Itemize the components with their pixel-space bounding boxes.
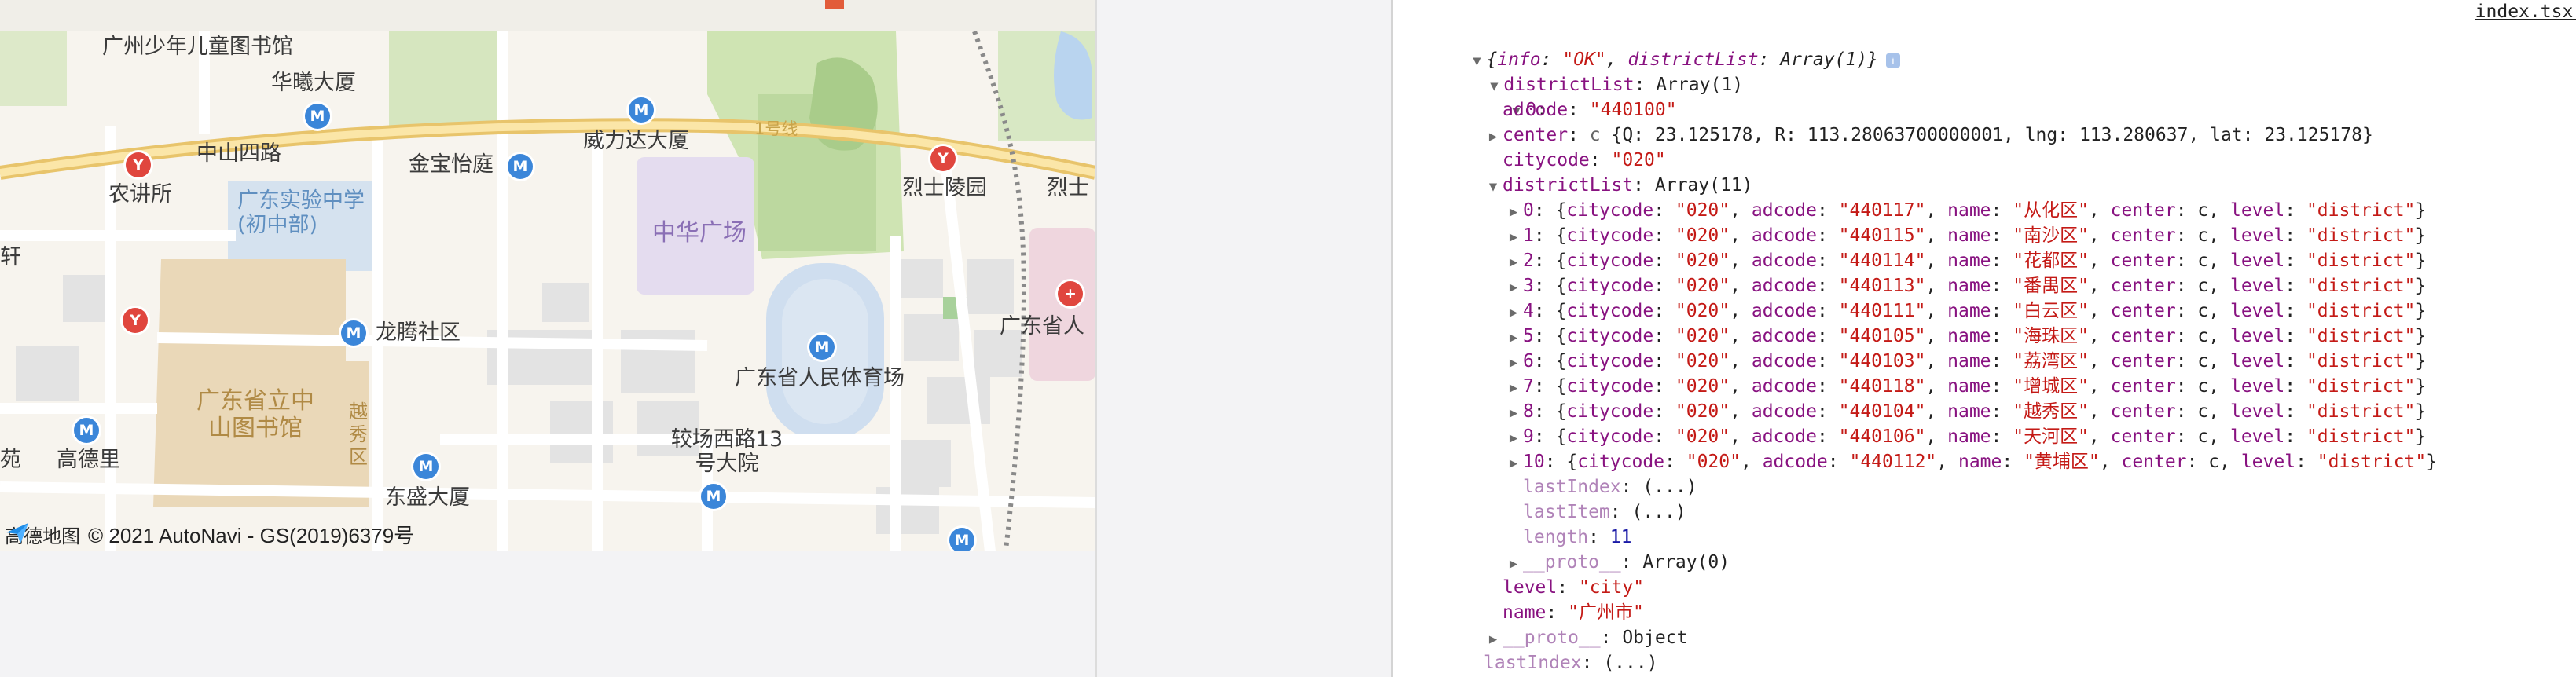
label-nongjiangsuo: 农讲所 <box>108 182 172 207</box>
prop-length: length: 11 <box>1523 527 1632 547</box>
expand-triangle-icon[interactable]: ▶ <box>1484 124 1503 149</box>
blank-pane <box>1097 0 1391 677</box>
prop-center[interactable]: ▶ center: c {Q: 23.125178, R: 113.2806370… <box>1484 123 2373 148</box>
expand-triangle-icon[interactable]: ▶ <box>1504 350 1523 375</box>
expand-triangle-icon[interactable]: ▶ <box>1504 451 1523 476</box>
label-zhonghua-square: 中华广场 <box>652 219 747 247</box>
blank-area <box>0 551 1095 677</box>
district-row[interactable]: ▶ 9: {citycode: "020", adcode: "440106", … <box>1510 424 2426 449</box>
prop-district-list[interactable]: ▼ districtList: Array(11) <box>1484 173 1753 198</box>
metro-entrance-icon[interactable]: Y <box>123 308 148 333</box>
district-row[interactable]: ▶ 6: {citycode: "020", adcode: "440103", … <box>1510 349 2426 374</box>
stadium-icon[interactable]: M <box>809 335 835 360</box>
tree-item-0[interactable]: ▼ 0: <box>1463 72 1547 120</box>
bus-stop-icon[interactable]: M <box>701 484 726 509</box>
district-row[interactable]: ▶ 1: {citycode: "020", adcode: "440115", … <box>1510 223 2426 248</box>
label-guangdong-province-cut: 广东省人 <box>1000 314 1084 338</box>
map-canvas <box>0 0 1095 551</box>
label-experimental-school: 广东实验中学(初中部) <box>237 188 365 238</box>
district-row[interactable]: ▶ 7: {citycode: "020", adcode: "440118", … <box>1510 374 2426 399</box>
map-view[interactable]: 广州少年儿童图书馆 华曦大厦 中山四路 农讲所 广东实验中学(初中部) 金宝怡庭… <box>0 0 1095 551</box>
bus-stop-icon[interactable]: M <box>305 104 330 129</box>
expand-triangle-icon[interactable]: ▶ <box>1504 401 1523 426</box>
hospital-icon[interactable]: + <box>1058 281 1083 306</box>
tree-district-list[interactable]: ▼ districtList: Array(1) <box>1441 47 1743 95</box>
map-copyright: © 2021 AutoNavi - GS(2019)6379号 <box>88 524 415 547</box>
expand-triangle-icon[interactable]: ▶ <box>1504 426 1523 451</box>
bus-stop-icon[interactable]: M <box>413 454 439 479</box>
label-lieshi-cemetery: 烈士陵园 <box>902 176 987 200</box>
prop-name: name: "广州市" <box>1503 602 1644 623</box>
amap-logo-icon <box>6 523 28 543</box>
expand-triangle-icon[interactable]: ▶ <box>1504 275 1523 300</box>
metro-station-icon[interactable]: Y <box>930 146 956 171</box>
label-huasheng-building: 华曦大厦 <box>271 71 356 95</box>
label-guangdong-library: 广东省立中山图书馆 <box>196 387 314 442</box>
district-row[interactable]: ▶ 10: {citycode: "020", adcode: "440112",… <box>1510 449 2437 474</box>
map-attribution: 高德地图 © 2021 AutoNavi - GS(2019)6379号 <box>5 520 414 549</box>
info-icon[interactable]: i <box>1885 53 1900 68</box>
prop-level: level: "city" <box>1503 577 1645 598</box>
label-yuan-cut: 苑 <box>0 448 21 472</box>
label-gaodeli: 高德里 <box>57 448 120 472</box>
expand-triangle-icon[interactable]: ▶ <box>1504 300 1523 325</box>
bus-stop-icon[interactable]: M <box>341 320 366 346</box>
district-row[interactable]: ▶ 5: {citycode: "020", adcode: "440105", … <box>1510 324 2426 349</box>
label-dongsheng-building: 东盛大厦 <box>385 485 470 510</box>
expand-triangle-icon[interactable]: ▶ <box>1504 375 1523 401</box>
district-row[interactable]: ▶ 4: {citycode: "020", adcode: "440111", … <box>1510 298 2426 324</box>
metro-station-icon[interactable]: Y <box>126 152 151 177</box>
prop-last-index[interactable]: lastIndex: (...) <box>1523 474 1697 500</box>
source-link[interactable]: index.tsx:8 <box>2475 2 2576 22</box>
label-longteng-community: 龙腾社区 <box>376 320 461 345</box>
label-weili-building: 威力达大厦 <box>583 129 689 153</box>
district-row[interactable]: ▶ 3: {citycode: "020", adcode: "440113", … <box>1510 273 2426 298</box>
expand-triangle-icon[interactable]: ▶ <box>1504 325 1523 350</box>
expand-triangle-icon[interactable]: ▶ <box>1484 627 1503 652</box>
expand-triangle-icon[interactable]: ▶ <box>1504 551 1523 576</box>
label-jinbao-garden: 金宝怡庭 <box>409 152 494 177</box>
label-metro-line-1: 1号线 <box>754 119 798 138</box>
expand-triangle-icon[interactable]: ▶ <box>1504 199 1523 225</box>
label-jiaochang-building: 较场西路13号大院 <box>670 427 783 477</box>
expand-triangle-icon[interactable]: ▼ <box>1484 174 1503 199</box>
console-root-object[interactable]: ▼ {info: "OK", districtList: Array(1)} i <box>1424 22 1900 70</box>
prop-outer-last-index[interactable]: lastIndex: (...) <box>1484 650 1658 675</box>
district-row[interactable]: ▶ 0: {citycode: "020", adcode: "440117", … <box>1510 198 2426 223</box>
prop-last-item[interactable]: lastItem: (...) <box>1523 500 1686 525</box>
expand-triangle-icon[interactable]: ▶ <box>1504 225 1523 250</box>
prop-adcode: adcode: "440100" <box>1503 100 1677 120</box>
prop-citycode: citycode: "020" <box>1503 150 1666 170</box>
label-children-library-line1: 广州少年儿童图书馆 <box>102 35 293 59</box>
prop-array-proto[interactable]: ▶ __proto__: Array(0) <box>1504 550 1730 575</box>
bus-stop-icon[interactable]: M <box>74 418 99 443</box>
expand-triangle-icon[interactable]: ▶ <box>1504 250 1523 275</box>
prop-object-proto[interactable]: ▶ __proto__: Object <box>1484 625 1688 652</box>
culture-icon[interactable]: M <box>949 528 974 551</box>
bus-stop-icon[interactable]: M <box>508 154 533 179</box>
district-row[interactable]: ▶ 2: {citycode: "020", adcode: "440114", … <box>1510 248 2426 273</box>
label-xuan-cut: 轩 <box>0 245 21 269</box>
label-gym: 广东省人民体育场 <box>735 366 905 390</box>
label-lieshi-cut: 烈士 <box>1047 176 1089 200</box>
district-row[interactable]: ▶ 8: {citycode: "020", adcode: "440104", … <box>1510 399 2426 424</box>
label-yuexiu-district: 越秀区 <box>349 401 368 468</box>
label-zhongshan-4th-road: 中山四路 <box>196 141 281 166</box>
bus-stop-icon[interactable]: M <box>629 97 654 123</box>
devtools-console[interactable]: index.tsx:8 ▼{info: "OK", districtList: … <box>1393 0 2576 677</box>
